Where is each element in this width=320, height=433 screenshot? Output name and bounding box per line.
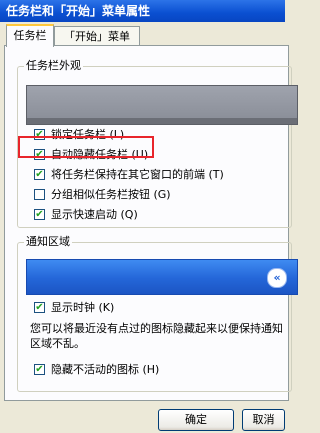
window-title: 任务栏和「开始」菜单属性 [0, 0, 285, 22]
show-clock-checkbox[interactable]: ✔ [34, 301, 45, 313]
quick-launch-checkbox[interactable]: ✔ [34, 208, 45, 220]
taskbar-preview [26, 85, 298, 125]
tab-start-menu[interactable]: 「开始」菜单 [54, 26, 140, 46]
quick-launch-option[interactable]: ✔ 显示快速启动 (Q) [34, 206, 138, 222]
auto-hide-label: 自动隐藏任务栏 (U) [51, 148, 149, 161]
group-buttons-checkbox[interactable] [34, 188, 45, 200]
notification-description: 您可以将最近没有点过的图标隐藏起来以便保持通知区域不乱。 [30, 322, 283, 350]
group-buttons-label: 分组相似任务栏按钮 (G) [51, 188, 171, 201]
notification-legend: 通知区域 [24, 235, 72, 249]
hide-inactive-checkbox[interactable]: ✔ [34, 363, 45, 375]
tab-taskbar[interactable]: 任务栏 [6, 24, 54, 47]
lock-taskbar-option[interactable]: ✔ 锁定任务栏 (L) [34, 126, 124, 142]
notification-area-group: 通知区域 « ✔ 显示时钟 (K) 您可以将最近没有点过的图标隐藏起来以便保持通… [17, 235, 298, 392]
cancel-button[interactable]: 取消 [242, 409, 285, 431]
quick-launch-label: 显示快速启动 (Q) [51, 208, 138, 221]
ok-button[interactable]: 确定 [158, 409, 234, 431]
appearance-legend: 任务栏外观 [24, 59, 83, 73]
show-clock-label: 显示时钟 (K) [51, 301, 115, 314]
group-buttons-option[interactable]: 分组相似任务栏按钮 (G) [34, 186, 171, 202]
auto-hide-checkbox[interactable]: ✔ [34, 148, 45, 160]
taskbar-appearance-group: 任务栏外观 ✔ 锁定任务栏 (L) ✔ 自动隐藏任务栏 (U) ✔ 将任务栏保持… [17, 59, 298, 228]
lock-taskbar-label: 锁定任务栏 (L) [51, 128, 125, 141]
keep-on-top-checkbox[interactable]: ✔ [34, 168, 45, 180]
auto-hide-option[interactable]: ✔ 自动隐藏任务栏 (U) [34, 146, 148, 162]
hide-inactive-label: 隐藏不活动的图标 (H) [51, 363, 160, 376]
keep-on-top-option[interactable]: ✔ 将任务栏保持在其它窗口的前端 (T) [34, 166, 224, 182]
keep-on-top-label: 将任务栏保持在其它窗口的前端 (T) [51, 168, 224, 181]
lock-taskbar-checkbox[interactable]: ✔ [34, 128, 45, 140]
show-clock-option[interactable]: ✔ 显示时钟 (K) [34, 299, 114, 315]
notification-preview: « [26, 259, 298, 295]
tab-strip: 任务栏 「开始」菜单 [0, 22, 285, 47]
hide-inactive-option[interactable]: ✔ 隐藏不活动的图标 (H) [34, 361, 159, 377]
tab-panel: 任务栏外观 ✔ 锁定任务栏 (L) ✔ 自动隐藏任务栏 (U) ✔ 将任务栏保持… [4, 45, 298, 401]
expand-tray-icon: « [267, 268, 287, 288]
